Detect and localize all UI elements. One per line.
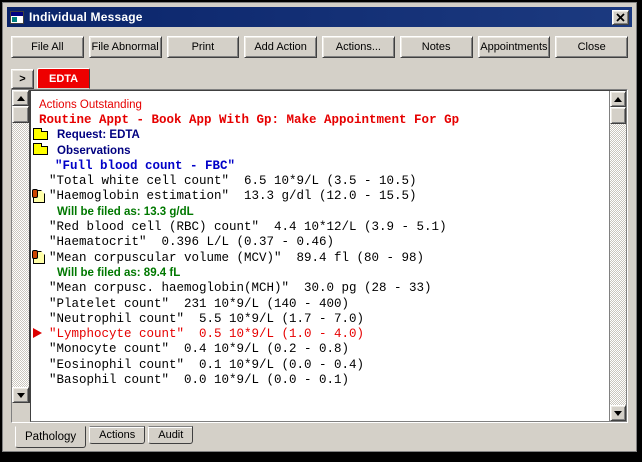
print-button[interactable]: Print [167,36,240,58]
message-line-text: "Total white cell count" 6.5 10*9/L (3.5… [31,174,417,188]
message-line-text: Will be filed as: 89.4 fL [31,267,180,279]
bottom-tab-strip: Pathology Actions Audit [15,426,632,451]
add-action-button[interactable]: Add Action [244,36,317,58]
message-line[interactable]: "Lymphocyte count" 0.5 10*9/L (1.0 - 4.0… [31,326,609,341]
note-icon [33,190,45,203]
screen-background: { "window": { "title": "Individual Messa… [0,0,642,462]
message-line[interactable]: "Haematocrit" 0.396 L/L (0.37 - 0.46) [31,235,609,250]
message-line[interactable]: Routine Appt - Book App With Gp: Make Ap… [31,112,609,127]
message-list-scrollbar[interactable] [12,90,30,403]
folder-icon [33,131,48,140]
folder-icon [33,146,48,155]
message-panel: Actions Outstanding Routine Appt - Book A… [30,90,627,422]
message-line-text: "Basophil count" 0.0 10*9/L (0.0 - 0.1) [31,373,349,387]
message-line[interactable]: "Total white cell count" 6.5 10*9/L (3.5… [31,173,609,188]
actions-button[interactable]: Actions... [322,36,395,58]
scrollbar-thumb[interactable] [610,107,626,124]
individual-message-dialog: Individual Message File All File Abnorma… [2,2,637,452]
message-line[interactable]: Actions Outstanding [31,97,609,112]
text-scrollbar[interactable] [609,91,626,421]
message-line[interactable]: Will be filed as: 89.4 fL [31,265,609,280]
close-button[interactable]: Close [555,36,628,58]
file-all-button[interactable]: File All [11,36,84,58]
tab-actions[interactable]: Actions [89,426,145,444]
message-line-text: Routine Appt - Book App With Gp: Make Ap… [31,113,459,127]
scroll-down-icon[interactable] [12,387,29,403]
message-line[interactable]: "Haemoglobin estimation" 13.3 g/dl (12.0… [31,189,609,204]
window-title: Individual Message [29,10,612,24]
message-line-text: "Haemoglobin estimation" 13.3 g/dl (12.0… [31,189,417,203]
message-line-text: Will be filed as: 13.3 g/dL [31,206,194,218]
scroll-down-icon[interactable] [610,405,626,421]
message-line[interactable]: "Mean corpuscular volume (MCV)" 89.4 fl … [31,250,609,265]
message-line[interactable]: "Red blood cell (RBC) count" 4.4 10*12/L… [31,219,609,234]
message-lines[interactable]: Actions Outstanding Routine Appt - Book A… [31,91,609,421]
left-scrollbar-column [12,90,30,422]
title-bar[interactable]: Individual Message [7,7,632,27]
scrollbar-track[interactable] [610,124,626,405]
message-line-text: "Full blood count - FBC" [31,159,235,173]
message-line[interactable]: Observations [31,143,609,158]
tab-edta[interactable]: EDTA [37,68,90,89]
scrollbar-track[interactable] [12,123,29,387]
tab-pathology[interactable]: Pathology [15,426,86,448]
message-line-text: "Eosinophil count" 0.1 10*9/L (0.0 - 0.4… [31,358,364,372]
message-tab-strip: > EDTA [11,67,628,89]
flag-icon [33,328,42,338]
tab-audit[interactable]: Audit [148,426,193,444]
window-icon [10,11,24,24]
scroll-up-icon[interactable] [12,90,29,106]
message-line-text: "Monocyte count" 0.4 10*9/L (0.2 - 0.8) [31,342,349,356]
toolbar: File All File Abnormal Print Add Action … [11,36,628,58]
message-line[interactable]: "Mean corpusc. haemoglobin(MCH)" 30.0 pg… [31,281,609,296]
message-line-text: "Platelet count" 231 10*9/L (140 - 400) [31,297,349,311]
message-line[interactable]: "Platelet count" 231 10*9/L (140 - 400) [31,296,609,311]
tab-scroll-button[interactable]: > [11,69,34,89]
message-line[interactable]: "Basophil count" 0.0 10*9/L (0.0 - 0.1) [31,372,609,387]
note-icon [33,251,45,264]
content-area: Actions Outstanding Routine Appt - Book A… [11,89,628,423]
message-line[interactable]: "Monocyte count" 0.4 10*9/L (0.2 - 0.8) [31,342,609,357]
message-line[interactable]: "Neutrophil count" 5.5 10*9/L (1.7 - 7.0… [31,311,609,326]
message-line[interactable]: Request: EDTA [31,128,609,143]
close-icon[interactable] [612,10,629,25]
notes-button[interactable]: Notes [400,36,473,58]
scrollbar-thumb[interactable] [12,106,29,123]
message-line[interactable]: Will be filed as: 13.3 g/dL [31,204,609,219]
file-abnormal-button[interactable]: File Abnormal [89,36,162,58]
message-line-text: "Mean corpuscular volume (MCV)" 89.4 fl … [31,251,424,265]
appointments-button[interactable]: Appointments [478,36,551,58]
message-line-text: Actions Outstanding [31,99,142,111]
message-line-text: "Neutrophil count" 5.5 10*9/L (1.7 - 7.0… [31,312,364,326]
message-line-text: "Mean corpusc. haemoglobin(MCH)" 30.0 pg… [31,281,432,295]
message-line-text: "Red blood cell (RBC) count" 4.4 10*12/L… [31,220,447,234]
scroll-up-icon[interactable] [610,91,626,107]
message-line-text: "Lymphocyte count" 0.5 10*9/L (1.0 - 4.0… [31,327,364,341]
message-line-text: "Haematocrit" 0.396 L/L (0.37 - 0.46) [31,235,334,249]
message-line[interactable]: "Eosinophil count" 0.1 10*9/L (0.0 - 0.4… [31,357,609,372]
message-line[interactable]: "Full blood count - FBC" [31,158,609,173]
